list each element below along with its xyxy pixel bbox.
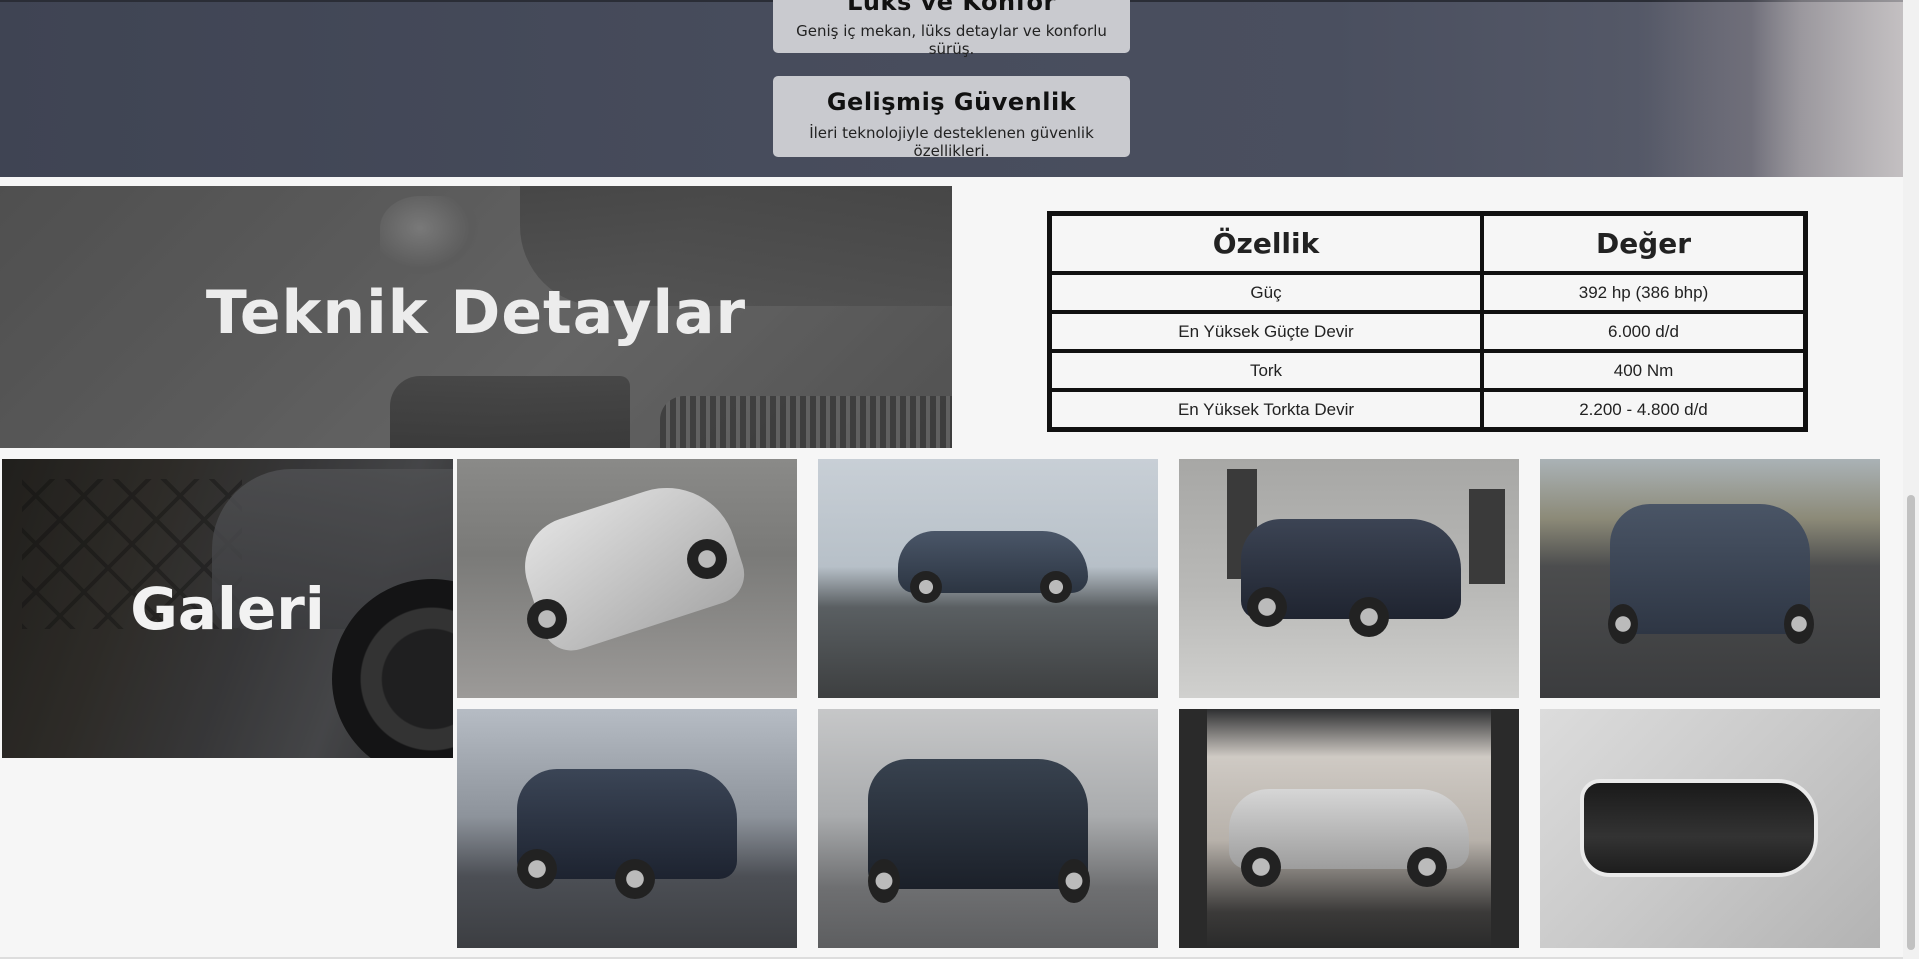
spec-header-feature: Özellik: [1050, 214, 1482, 273]
gallery-photo-dark-suv-street-front[interactable]: [457, 709, 797, 948]
gallery-photo-dark-suv-building-front[interactable]: [818, 709, 1158, 948]
spec-feature-cell: En Yüksek Güçte Devir: [1050, 312, 1482, 351]
car-shape: [1610, 504, 1810, 634]
spec-table-header-row: Özellik Değer: [1050, 214, 1805, 273]
gallery-photo-silver-suv-top-view[interactable]: [457, 459, 797, 698]
tech-details-title: Teknik Detaylar: [205, 278, 747, 348]
wheel-shape: [868, 859, 900, 903]
table-row: Tork 400 Nm: [1050, 351, 1805, 390]
section-divider: [0, 177, 1903, 186]
feature-description: Geniş iç mekan, lüks detaylar ve konforl…: [796, 22, 1107, 58]
wheel-shape: [517, 849, 557, 889]
table-row: En Yüksek Torkta Devir 2.200 - 4.800 d/d: [1050, 390, 1805, 429]
spec-feature-cell: Tork: [1050, 351, 1482, 390]
feature-title: Gelişmiş Güvenlik: [826, 88, 1077, 116]
gallery-banner: Galeri: [2, 459, 453, 758]
spec-feature-cell: Güç: [1050, 273, 1482, 312]
wheel-shape: [1407, 847, 1447, 887]
scrollbar-thumb[interactable]: [1907, 495, 1915, 950]
wheel-shape: [1040, 571, 1072, 603]
wheel-shape: [1241, 847, 1281, 887]
hero-background-highlight: [1650, 0, 1903, 177]
feature-card-luxury: Lüks ve Konfor Geniş iç mekan, lüks deta…: [773, 0, 1130, 58]
tech-details-banner: Teknik Detaylar: [0, 186, 952, 448]
wheel-shape: [910, 571, 942, 603]
spec-value-cell: 6.000 d/d: [1482, 312, 1805, 351]
features-section: Lüks ve Konfor Geniş iç mekan, lüks deta…: [0, 0, 1903, 177]
gallery-photo-dark-suv-rear-building[interactable]: [1179, 459, 1519, 698]
wheel-shape: [1784, 604, 1814, 644]
building-door-shape: [1469, 489, 1505, 584]
gallery-title: Galeri: [130, 575, 325, 643]
wheel-shape: [1058, 859, 1090, 903]
feature-card-safety: Gelişmiş Güvenlik İleri teknolojiyle des…: [773, 76, 1130, 160]
spec-header-value: Değer: [1482, 214, 1805, 273]
gallery-photo-dark-suv-road-front[interactable]: [1540, 459, 1880, 698]
headlight-shape: [1580, 779, 1818, 877]
feature-title: Lüks ve Konfor: [847, 0, 1056, 16]
wheel-shape: [615, 859, 655, 899]
wheel-shape: [1608, 604, 1638, 644]
bridge-pillar-shape: [1179, 709, 1207, 948]
gallery-photo-blue-suv-rocky-coast[interactable]: [818, 459, 1158, 698]
spec-value-cell: 392 hp (386 bhp): [1482, 273, 1805, 312]
wheel-shape: [1247, 587, 1287, 627]
spec-value-cell: 400 Nm: [1482, 351, 1805, 390]
spec-feature-cell: En Yüksek Torkta Devir: [1050, 390, 1482, 429]
spec-value-cell: 2.200 - 4.800 d/d: [1482, 390, 1805, 429]
wheel-shape: [527, 599, 567, 639]
table-row: En Yüksek Güçte Devir 6.000 d/d: [1050, 312, 1805, 351]
table-row: Güç 392 hp (386 bhp): [1050, 273, 1805, 312]
wheel-shape: [687, 539, 727, 579]
feature-description: İleri teknolojiyle desteklenen güvenlik …: [809, 124, 1094, 160]
gallery-photo-silver-suv-bridge-side[interactable]: [1179, 709, 1519, 948]
page-scrollbar[interactable]: [1903, 0, 1919, 959]
gallery-photo-headlight-closeup[interactable]: [1540, 709, 1880, 948]
spec-table: Özellik Değer Güç 392 hp (386 bhp) En Yü…: [1047, 211, 1808, 432]
car-shape: [868, 759, 1088, 889]
bridge-pillar-shape: [1491, 709, 1519, 948]
wheel-shape: [1349, 597, 1389, 637]
